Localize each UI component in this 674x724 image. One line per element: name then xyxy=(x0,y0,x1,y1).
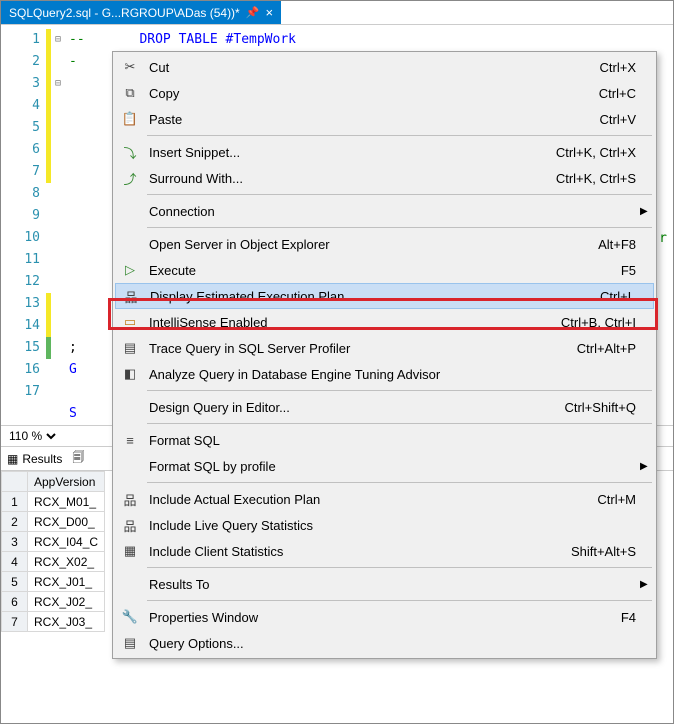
live-stats-icon: 品 xyxy=(115,516,145,535)
menu-display-plan[interactable]: 品 Display Estimated Execution Plan Ctrl+… xyxy=(115,283,654,309)
tab-title: SQLQuery2.sql - G...RGROUP\ADas (54))* xyxy=(9,6,240,20)
copy-icon: ⧉ xyxy=(115,85,145,101)
results-grid[interactable]: AppVersion 1RCX_M01_ 2RCX_D00_ 3RCX_I04_… xyxy=(1,471,105,632)
menu-query-options[interactable]: ▤ Query Options... xyxy=(115,630,654,656)
table-row[interactable]: 1RCX_M01_ xyxy=(2,492,105,512)
chevron-right-icon: ▶ xyxy=(640,206,654,217)
context-menu: ✂ Cut Ctrl+X ⧉ Copy Ctrl+C 📋 Paste Ctrl+… xyxy=(112,51,657,659)
messages-tab[interactable]: 🗐 xyxy=(72,448,84,469)
chevron-right-icon: ▶ xyxy=(640,461,654,472)
menu-include-client[interactable]: ▦ Include Client Statistics Shift+Alt+S xyxy=(115,538,654,564)
results-tab[interactable]: ▦ Results xyxy=(7,452,62,466)
menu-design[interactable]: Design Query in Editor... Ctrl+Shift+Q xyxy=(115,394,654,420)
menu-execute[interactable]: ▷ Execute F5 xyxy=(115,257,654,283)
table-row[interactable]: 7RCX_J03_ xyxy=(2,612,105,632)
menu-insert-snippet[interactable]: ⤵ Insert Snippet... Ctrl+K, Ctrl+X xyxy=(115,139,654,165)
plan-icon: 品 xyxy=(116,287,146,306)
menu-include-actual[interactable]: 品 Include Actual Execution Plan Ctrl+M xyxy=(115,486,654,512)
menu-open-server[interactable]: Open Server in Object Explorer Alt+F8 xyxy=(115,231,654,257)
surround-icon: ⤴ xyxy=(115,169,145,188)
wrench-icon: 🔧 xyxy=(115,609,145,625)
format-icon: ≡ xyxy=(115,433,145,448)
execute-icon: ▷ xyxy=(115,262,145,278)
intellisense-icon: ▭ xyxy=(115,314,145,330)
menu-copy[interactable]: ⧉ Copy Ctrl+C xyxy=(115,80,654,106)
grid-icon: ▦ xyxy=(7,452,18,466)
document-tab[interactable]: SQLQuery2.sql - G...RGROUP\ADas (54))* 📌… xyxy=(1,1,281,24)
menu-analyze[interactable]: ◧ Analyze Query in Database Engine Tunin… xyxy=(115,361,654,387)
line-gutter: 123 456 789 101112 131415 1617 xyxy=(1,25,46,425)
table-row[interactable]: 6RCX_J02_ xyxy=(2,592,105,612)
snippet-icon: ⤵ xyxy=(115,143,145,162)
menu-properties[interactable]: 🔧 Properties Window F4 xyxy=(115,604,654,630)
zoom-select[interactable]: 110 % xyxy=(5,428,59,444)
options-icon: ▤ xyxy=(115,635,145,651)
cut-icon: ✂ xyxy=(115,59,145,75)
paste-icon: 📋 xyxy=(115,111,145,127)
tuning-icon: ◧ xyxy=(115,366,145,382)
table-header-row: AppVersion xyxy=(2,472,105,492)
messages-icon: 🗐 xyxy=(72,448,84,469)
menu-format-profile[interactable]: Format SQL by profile ▶ xyxy=(115,453,654,479)
pin-icon[interactable]: 📌 xyxy=(246,6,260,19)
menu-surround-with[interactable]: ⤴ Surround With... Ctrl+K, Ctrl+S xyxy=(115,165,654,191)
client-stats-icon: ▦ xyxy=(115,543,145,559)
menu-paste[interactable]: 📋 Paste Ctrl+V xyxy=(115,106,654,132)
chevron-right-icon: ▶ xyxy=(640,579,654,590)
menu-cut[interactable]: ✂ Cut Ctrl+X xyxy=(115,54,654,80)
table-row[interactable]: 3RCX_I04_C xyxy=(2,532,105,552)
menu-intellisense[interactable]: ▭ IntelliSense Enabled Ctrl+B, Ctrl+I xyxy=(115,309,654,335)
close-icon[interactable]: × xyxy=(265,5,273,20)
menu-format-sql[interactable]: ≡ Format SQL xyxy=(115,427,654,453)
actual-plan-icon: 品 xyxy=(115,490,145,509)
menu-include-live[interactable]: 品 Include Live Query Statistics xyxy=(115,512,654,538)
profiler-icon: ▤ xyxy=(115,340,145,356)
table-row[interactable]: 5RCX_J01_ xyxy=(2,572,105,592)
fold-column[interactable]: ⊟⊟ xyxy=(51,25,65,425)
menu-results-to[interactable]: Results To ▶ xyxy=(115,571,654,597)
table-row[interactable]: 4RCX_X02_ xyxy=(2,552,105,572)
code-fragment: r xyxy=(659,231,667,246)
table-row[interactable]: 2RCX_D00_ xyxy=(2,512,105,532)
menu-trace[interactable]: ▤ Trace Query in SQL Server Profiler Ctr… xyxy=(115,335,654,361)
menu-connection[interactable]: Connection ▶ xyxy=(115,198,654,224)
tab-bar: SQLQuery2.sql - G...RGROUP\ADas (54))* 📌… xyxy=(1,1,673,25)
